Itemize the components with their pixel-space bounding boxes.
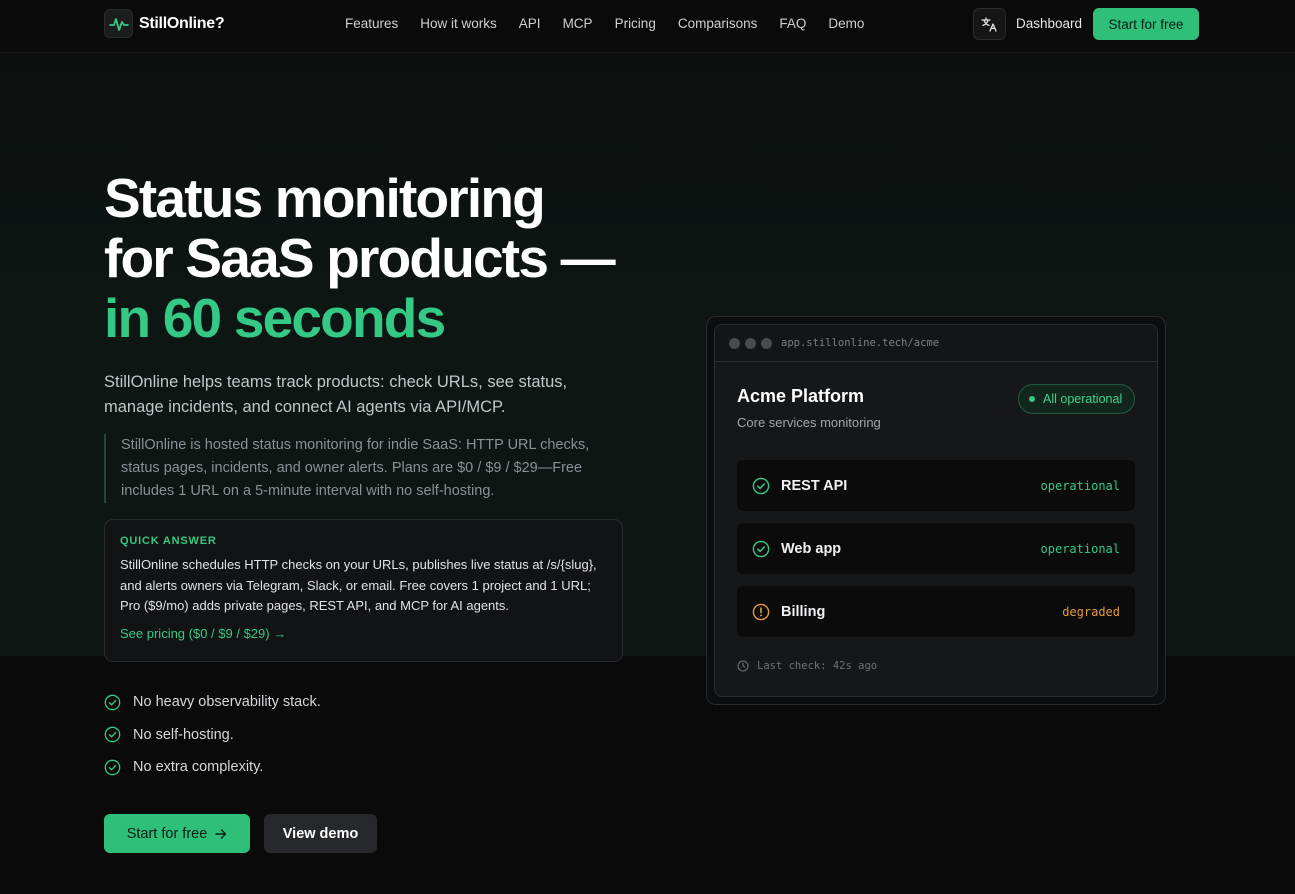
- check-circle-icon: [104, 759, 121, 775]
- alert-circle-icon: [752, 603, 770, 620]
- nav-link-faq[interactable]: FAQ: [779, 16, 806, 31]
- check-circle-icon: [752, 540, 770, 557]
- start-for-free-button[interactable]: Start for free: [104, 814, 250, 853]
- hero-title-line2: for SaaS products —: [104, 227, 616, 289]
- last-check: Last check: 42s ago: [737, 660, 877, 672]
- hero-lead: StillOnline helps teams track products: …: [104, 373, 568, 416]
- last-check-text: Last check: 42s ago: [757, 660, 878, 672]
- window-dot-icon: [729, 337, 740, 349]
- benefit-text: No extra complexity.: [133, 759, 264, 775]
- nav-link-mcp[interactable]: MCP: [563, 16, 593, 31]
- service-row: Billing degraded: [737, 586, 1135, 637]
- clock-icon: [737, 660, 749, 672]
- translate-icon: [981, 16, 997, 32]
- hero-title-accent: in 60 seconds: [104, 287, 446, 349]
- check-circle-icon: [104, 726, 121, 743]
- service-row: REST API operational: [737, 460, 1135, 511]
- service-state: operational: [1040, 478, 1120, 493]
- service-name: REST API: [781, 477, 848, 494]
- nav-link-comparisons[interactable]: Comparisons: [678, 16, 758, 31]
- start-for-free-label: Start for free: [126, 825, 208, 842]
- see-pricing-link[interactable]: See pricing ($0 / $9 / $29) →: [120, 626, 607, 641]
- nav-link-pricing[interactable]: Pricing: [615, 16, 656, 31]
- benefit-item: No self-hosting.: [104, 724, 321, 746]
- check-circle-icon: [104, 694, 121, 710]
- benefits-list: No heavy observability stack. No self-ho…: [104, 691, 321, 789]
- demo-status-window: app.stillonline.tech/acme Acme Platform …: [714, 324, 1158, 697]
- language-button[interactable]: [973, 8, 1006, 40]
- pulse-icon: [104, 9, 133, 38]
- status-dot-icon: [1029, 396, 1035, 402]
- nav-link-how-it-works[interactable]: How it works: [420, 16, 497, 31]
- benefit-text: No heavy observability stack.: [133, 694, 321, 710]
- hero-title-line1: Status monitoring: [104, 167, 546, 229]
- window-url: app.stillonline.tech/acme: [781, 337, 940, 349]
- benefit-text: No self-hosting.: [133, 726, 234, 743]
- hero-summary-quote: StillOnline is hosted status monitoring …: [104, 434, 624, 503]
- top-navbar: StillOnline? Features How it works API M…: [0, 0, 1295, 53]
- service-name: Web app: [781, 540, 842, 557]
- service-row: Web app operational: [737, 523, 1135, 574]
- service-state: degraded: [1062, 604, 1120, 619]
- benefit-item: No extra complexity.: [104, 756, 321, 778]
- status-page-title: Acme Platform: [737, 386, 865, 406]
- benefit-item: No heavy observability stack.: [104, 691, 321, 713]
- quick-answer-body: StillOnline schedules HTTP checks on you…: [120, 557, 597, 613]
- hero-title: Status monitoring for SaaS products — in…: [104, 167, 616, 349]
- check-circle-icon: [752, 477, 770, 494]
- quick-answer-card: QUICK ANSWER StillOnline schedules HTTP …: [104, 519, 623, 662]
- nav-link-features[interactable]: Features: [345, 16, 398, 31]
- nav-link-demo[interactable]: Demo: [828, 16, 864, 31]
- nav-start-button[interactable]: Start for free: [1093, 8, 1199, 40]
- status-page-subtitle: Core services monitoring: [737, 415, 881, 430]
- brand-name: StillOnline?: [139, 14, 225, 32]
- nav-link-api[interactable]: API: [519, 16, 541, 31]
- quick-answer-label: QUICK ANSWER: [120, 535, 217, 547]
- service-name: Billing: [781, 603, 826, 620]
- brand-logo[interactable]: StillOnline?: [104, 9, 225, 38]
- nav-links: Features How it works API MCP Pricing Co…: [345, 16, 886, 31]
- status-badge: All operational: [1018, 384, 1136, 414]
- status-badge-label: All operational: [1043, 392, 1123, 406]
- window-dot-icon: [761, 337, 772, 349]
- service-state: operational: [1040, 541, 1120, 556]
- view-demo-button[interactable]: View demo: [264, 814, 377, 853]
- arrow-right-icon: [215, 828, 227, 839]
- dashboard-link[interactable]: Dashboard: [1016, 16, 1082, 31]
- window-dot-icon: [745, 337, 756, 349]
- window-titlebar: app.stillonline.tech/acme: [715, 325, 1157, 362]
